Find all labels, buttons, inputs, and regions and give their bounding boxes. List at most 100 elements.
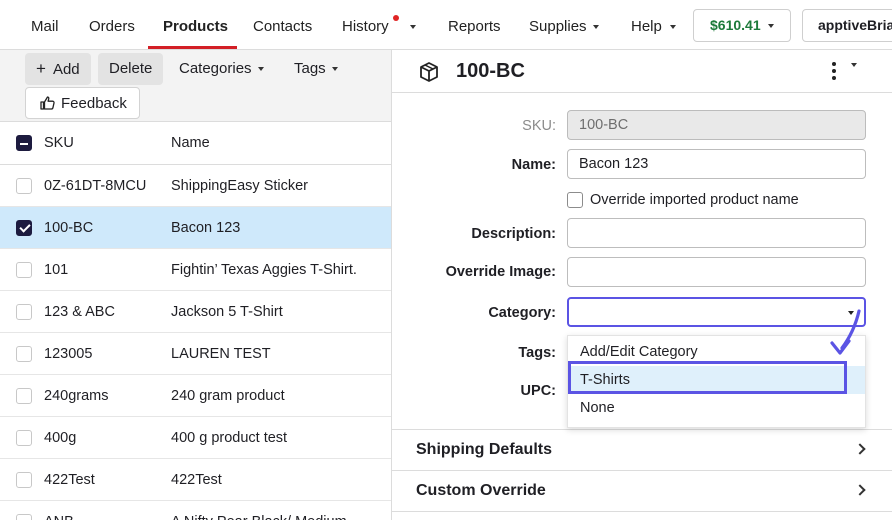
override-name-label[interactable]: Override imported product name: [590, 192, 799, 209]
nav-orders[interactable]: Orders: [89, 0, 135, 50]
category-option-add-edit[interactable]: Add/Edit Category: [568, 338, 865, 366]
category-label: Category:: [488, 305, 556, 321]
box-icon: [420, 62, 438, 82]
table-row[interactable]: 123005 LAUREN TEST: [0, 333, 391, 375]
categories-label: Categories: [179, 60, 252, 77]
category-option-t-shirts[interactable]: T-Shirts: [568, 366, 865, 394]
row-checkbox[interactable]: [16, 178, 32, 194]
row-name: 422Test: [171, 472, 222, 488]
category-dropdown-menu: Add/Edit Category T-Shirts None: [567, 335, 866, 428]
chevron-right-icon: [854, 443, 866, 455]
row-sku: 0Z-61DT-8MCU: [44, 178, 147, 194]
row-checkbox[interactable]: [16, 262, 32, 278]
row-checkbox[interactable]: [16, 514, 32, 520]
row-checkbox[interactable]: [16, 472, 32, 488]
row-checkbox[interactable]: [16, 388, 32, 404]
row-name: Jackson 5 T-Shirt: [171, 304, 283, 320]
override-name-checkbox[interactable]: [567, 192, 583, 208]
upc-label: UPC:: [520, 383, 556, 399]
row-sku: 240grams: [44, 388, 109, 404]
balance-caret-icon: [768, 24, 774, 28]
custom-override-section[interactable]: Custom Override: [392, 470, 892, 511]
select-all-checkbox[interactable]: [16, 135, 32, 151]
table-header: SKU Name: [0, 122, 391, 165]
nav-supplies[interactable]: Supplies: [529, 0, 587, 50]
nav-mail[interactable]: Mail: [31, 0, 59, 50]
row-sku: ANB: [44, 501, 74, 520]
table-row[interactable]: 101 Fightin’ Texas Aggies T-Shirt.: [0, 249, 391, 291]
notification-dot: [393, 15, 399, 21]
categories-caret-icon: [257, 67, 264, 72]
product-list-pane: + Add Delete Categories Tags Feedback SKU…: [0, 50, 392, 520]
row-name: 400 g product test: [171, 430, 288, 446]
category-option-none[interactable]: None: [568, 394, 865, 422]
balance-button[interactable]: $610.41: [693, 9, 791, 42]
help-caret-icon[interactable]: [670, 25, 676, 29]
table-row[interactable]: 0Z-61DT-8MCU ShippingEasy Sticker: [0, 165, 391, 207]
top-nav: Mail Orders Products Contacts History Re…: [0, 0, 892, 50]
section-divider: [392, 511, 892, 520]
more-options-caret-icon[interactable]: [851, 63, 857, 67]
more-options-icon[interactable]: [830, 62, 838, 82]
override-image-label: Override Image:: [445, 264, 556, 280]
row-name: 240 gram product: [171, 388, 285, 404]
row-sku: 123005: [44, 346, 93, 362]
sku-field: 100-BC: [567, 110, 866, 140]
override-image-field[interactable]: [567, 257, 866, 287]
sku-label: SKU:: [522, 118, 556, 134]
tags-caret-icon: [331, 67, 338, 72]
table-row[interactable]: ANB A Nifty Pear Black/ Medium: [0, 501, 391, 520]
table-row[interactable]: 240grams 240 gram product: [0, 375, 391, 417]
categories-menu-button[interactable]: Categories: [173, 53, 270, 85]
feedback-label: Feedback: [61, 95, 127, 112]
shipping-defaults-section[interactable]: Shipping Defaults: [392, 429, 892, 470]
history-caret-icon[interactable]: [410, 25, 416, 29]
nav-products[interactable]: Products: [163, 0, 228, 50]
row-checkbox[interactable]: [16, 304, 32, 320]
name-field[interactable]: Bacon 123: [567, 149, 866, 179]
row-checkbox[interactable]: [16, 346, 32, 362]
row-name: A Nifty Pear Black/ Medium: [171, 501, 381, 520]
section-title: Custom Override: [416, 482, 546, 499]
row-name: Fightin’ Texas Aggies T-Shirt.: [171, 262, 357, 278]
product-toolbar: + Add Delete Categories Tags Feedback: [0, 50, 391, 122]
row-sku: 400g: [44, 430, 77, 446]
row-name: ShippingEasy Sticker: [171, 178, 309, 194]
tags-label: Tags:: [518, 345, 556, 361]
product-detail-pane: 100-BC SKU: 100-BC Name: Bacon 123 Overr…: [392, 50, 892, 520]
annotation-arrow-icon: [830, 309, 861, 355]
nav-history[interactable]: History: [342, 0, 389, 50]
account-button[interactable]: apptiveBrian: [802, 9, 892, 42]
tags-menu-button[interactable]: Tags: [288, 53, 344, 85]
row-sku: 100-BC: [44, 220, 94, 236]
row-checkbox[interactable]: [16, 430, 32, 446]
table-row[interactable]: 422Test 422Test: [0, 459, 391, 501]
nav-reports[interactable]: Reports: [448, 0, 501, 50]
nav-contacts[interactable]: Contacts: [253, 0, 312, 50]
chevron-right-icon: [854, 484, 866, 496]
supplies-caret-icon[interactable]: [593, 25, 599, 29]
row-name: LAUREN TEST: [171, 346, 271, 362]
delete-button[interactable]: Delete: [98, 53, 164, 85]
row-sku: 101: [44, 262, 69, 278]
row-sku: 422Test: [44, 472, 95, 488]
table-row[interactable]: 123 & ABC Jackson 5 T-Shirt: [0, 291, 391, 333]
column-header-sku[interactable]: SKU: [44, 122, 74, 164]
nav-help[interactable]: Help: [631, 0, 662, 50]
row-sku: 123 & ABC: [44, 304, 115, 320]
table-row[interactable]: 400g 400 g product test: [0, 417, 391, 459]
section-title: Shipping Defaults: [416, 441, 552, 458]
category-select[interactable]: [567, 297, 866, 327]
thumbs-up-icon: [40, 96, 55, 110]
balance-amount: $610.41: [710, 17, 761, 33]
row-checkbox[interactable]: [16, 220, 32, 236]
detail-header: 100-BC: [392, 50, 892, 93]
description-field[interactable]: [567, 218, 866, 248]
detail-title: 100-BC: [456, 60, 525, 82]
add-label: Add: [52, 61, 80, 78]
table-row-selected[interactable]: 100-BC Bacon 123: [0, 207, 391, 249]
description-label: Description:: [471, 226, 556, 242]
add-button[interactable]: + Add: [25, 53, 91, 85]
feedback-button[interactable]: Feedback: [25, 87, 140, 119]
column-header-name[interactable]: Name: [171, 122, 381, 164]
